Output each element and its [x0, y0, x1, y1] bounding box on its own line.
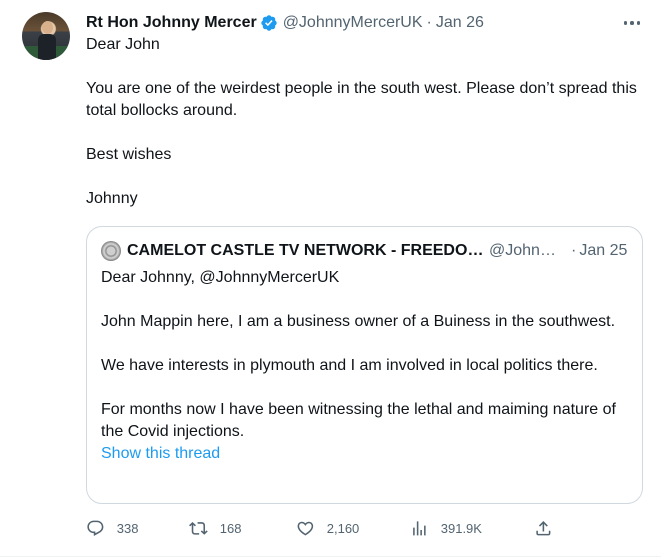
tweet-text: Dear John You are one of the weirdest pe… — [86, 34, 646, 210]
author-name[interactable]: Rt Hon Johnny Mercer — [86, 14, 257, 32]
show-thread-link[interactable]: Show this thread — [101, 443, 631, 465]
tweet-timestamp[interactable]: Jan 26 — [436, 14, 484, 32]
quoted-tweet-timestamp: Jan 25 — [579, 242, 628, 259]
reply-count: 338 — [116, 520, 139, 536]
tweet-line: Best wishes — [86, 146, 172, 163]
quoted-line: Dear Johnny, @JohnnyMercerUK — [101, 269, 340, 286]
retweet-button[interactable]: 168 — [189, 515, 241, 541]
tweet-line: You are one of the weirdest people in th… — [86, 80, 637, 119]
header-separator: · — [426, 14, 432, 31]
quoted-author-handle: @JohnMappin — [489, 242, 559, 259]
reply-button[interactable]: 338 — [86, 515, 138, 541]
reply-icon — [87, 520, 104, 536]
views-button[interactable]: 391.9K — [410, 515, 482, 541]
avatar-figure — [38, 34, 56, 60]
more-dots-icon — [623, 21, 628, 25]
tweet-line: Johnny — [86, 190, 138, 207]
like-button[interactable]: 2,160 — [296, 515, 359, 541]
quoted-line: For months now I have been witnessing th… — [101, 401, 616, 440]
quoted-tweet-text: Dear Johnny, @JohnnyMercerUK John Mappin… — [101, 267, 631, 465]
quoted-header-separator: · — [571, 242, 577, 259]
avatar-head — [42, 21, 53, 34]
quoted-tweet-header: CAMELOT CASTLE TV NETWORK - FREEDOM NEWS… — [101, 240, 631, 262]
tweet-line: Dear John — [86, 36, 160, 53]
quoted-line: We have interests in plymouth and I am i… — [101, 357, 598, 374]
action-bar: 338 168 2,160 391.9K — [86, 515, 556, 541]
like-count: 2,160 — [326, 520, 360, 536]
quoted-tweet[interactable]: CAMELOT CASTLE TV NETWORK - FREEDOM NEWS… — [86, 226, 643, 504]
author-avatar[interactable] — [22, 12, 70, 60]
share-button[interactable] — [534, 515, 553, 541]
tweet[interactable]: Rt Hon Johnny Mercer @JohnnyMercerUK · J… — [0, 0, 661, 557]
author-handle[interactable]: @JohnnyMercerUK — [283, 14, 423, 32]
quoted-author-avatar — [101, 241, 121, 261]
retweet-icon — [189, 521, 208, 535]
more-options-button[interactable] — [618, 12, 646, 34]
quoted-line: John Mappin here, I am a business owner … — [101, 313, 616, 330]
views-chart-icon — [413, 520, 426, 536]
heart-icon — [297, 521, 314, 536]
views-count: 391.9K — [440, 520, 482, 536]
share-icon — [536, 520, 551, 536]
quoted-author-name: CAMELOT CASTLE TV NETWORK - FREEDOM NEWS — [127, 242, 487, 259]
retweet-count: 168 — [219, 520, 242, 536]
tweet-header: Rt Hon Johnny Mercer @JohnnyMercerUK · J… — [86, 12, 484, 34]
verified-badge-icon — [260, 15, 277, 31]
